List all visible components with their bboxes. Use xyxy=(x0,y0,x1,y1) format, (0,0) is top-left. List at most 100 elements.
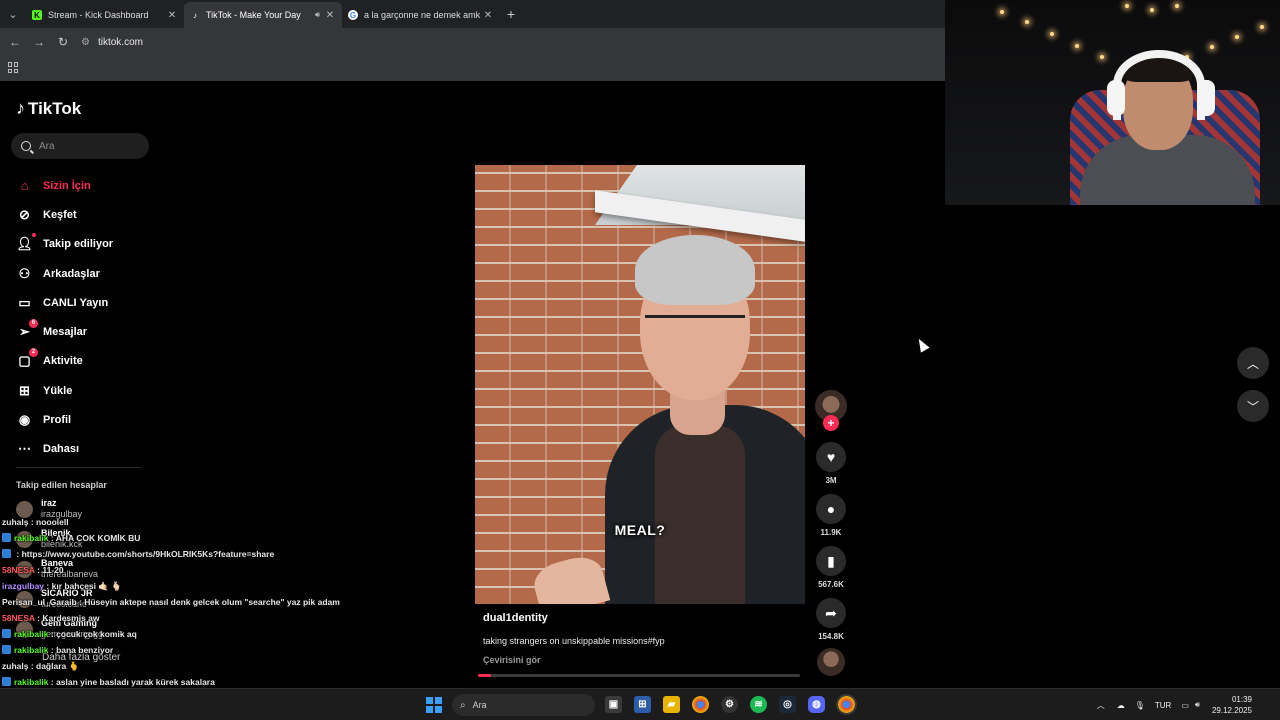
search-input[interactable]: Ara xyxy=(11,133,149,159)
tiktok-icon: ♪ xyxy=(193,10,197,20)
sidebar-item-for-you[interactable]: ⌂ Sizin İçin xyxy=(16,171,113,200)
upload-icon: ⊞ xyxy=(19,382,30,398)
tab-search-button[interactable]: ⌄ xyxy=(0,0,26,28)
sidebar-item-more[interactable]: ⋯ Dahası xyxy=(16,435,113,464)
task-view-icon[interactable]: ▣ xyxy=(605,696,622,713)
close-icon[interactable]: ✕ xyxy=(482,10,494,21)
close-icon[interactable]: ✕ xyxy=(166,10,178,21)
chevron-down-icon: ﹀ xyxy=(1246,399,1259,414)
heart-icon: ♥ xyxy=(816,442,846,472)
windows-taskbar: ⌕ Ara ▣ ⊞ ▰ ⚙ ≋ ◎ ◍ ︿ ☁ 🎙︎ TUR ▭ 🔊︎ 01:3… xyxy=(0,688,1280,720)
bookmark-icon: ▮ xyxy=(816,546,846,576)
chat-text: Kardesmis aw xyxy=(42,613,100,623)
kick-badge-icon xyxy=(2,677,11,686)
chat-username[interactable]: 58NESA xyxy=(2,613,35,623)
chat-separator: : xyxy=(48,533,56,543)
video-author[interactable]: dual1dentity xyxy=(483,612,548,624)
onedrive-icon[interactable]: ☁ xyxy=(1117,701,1125,710)
chat-message: rakibalik : AHA COK KOMİK BU xyxy=(2,530,342,546)
chat-username[interactable]: zuhalş xyxy=(2,661,28,671)
sidebar-item-messages[interactable]: ➢ 6 Mesajlar xyxy=(16,317,113,346)
volume-icon[interactable]: 🔊︎ xyxy=(1195,700,1200,710)
save-button[interactable]: ▮ 567.6K xyxy=(815,546,847,589)
chat-text: kır bahçesi 🤙🏻 🫰🏻 xyxy=(51,581,122,591)
sidebar-item-profile[interactable]: ◉ Profil xyxy=(16,405,113,434)
store-icon[interactable]: ⊞ xyxy=(634,696,651,713)
follow-plus-icon[interactable]: + xyxy=(823,415,839,431)
chat-message: rakibalik : çocuk çok komik aq xyxy=(2,626,342,642)
microphone-icon[interactable]: 🎙︎ xyxy=(1135,701,1145,710)
like-count: 3M xyxy=(825,476,837,485)
sidebar-item-upload[interactable]: ⊞ Yükle xyxy=(16,376,113,405)
network-icon[interactable]: ▭ xyxy=(1181,701,1189,710)
steelseries-icon[interactable]: ⚙ xyxy=(721,696,738,713)
sidebar-item-friends[interactable]: ⚇ Arkadaşlar xyxy=(16,259,113,288)
video-progress-bar[interactable] xyxy=(478,674,800,677)
creator-avatar[interactable]: + xyxy=(815,390,847,431)
tab-kick-dashboard[interactable]: K Stream - Kick Dashboard ✕ xyxy=(26,2,184,28)
video-description: taking strangers on unskippable missions… xyxy=(483,636,665,646)
video-player[interactable]: MEAL? xyxy=(475,165,805,604)
sidebar-item-explore[interactable]: ⊘ Keşfet xyxy=(16,200,113,229)
chevron-up-icon[interactable]: ︿ xyxy=(1097,700,1105,711)
chat-text: dağlara 🫰 xyxy=(36,661,80,671)
tab-title: Stream - Kick Dashboard xyxy=(48,10,149,20)
sound-disc-icon[interactable] xyxy=(817,648,845,676)
speaker-icon[interactable]: 🔊︎ xyxy=(315,10,320,20)
spotify-icon[interactable]: ≋ xyxy=(750,696,767,713)
back-arrow-icon[interactable]: ← xyxy=(3,35,27,49)
sidebar-item-following[interactable]: 👤︎ Takip ediliyor xyxy=(16,230,113,259)
clock-time: 01:39 xyxy=(1231,695,1252,704)
sidebar-item-label: Yükle xyxy=(43,384,73,397)
messages-badge: 6 xyxy=(29,318,38,328)
sidebar-item-activity[interactable]: ▢ 2 Aktivite xyxy=(16,347,113,376)
clock[interactable]: 01:39 29.12.2025 xyxy=(1212,694,1252,716)
apps-grid-icon[interactable] xyxy=(8,62,19,73)
headphones-icon xyxy=(1113,50,1205,120)
chat-text: Hüseyin aktepe nasıl denk gelcek olum "s… xyxy=(84,597,340,607)
url-field[interactable]: ⚙ tiktok.com xyxy=(81,37,143,48)
new-tab-button[interactable]: + xyxy=(500,6,522,22)
previous-video-button[interactable]: ︿ xyxy=(1237,347,1269,379)
chat-username[interactable]: 58NESA xyxy=(2,565,35,575)
like-button[interactable]: ♥ 3M xyxy=(815,442,847,485)
chevron-up-icon: ︿ xyxy=(1246,356,1259,371)
profile-icon: ◉ xyxy=(18,412,31,428)
chat-username[interactable]: zuhalş xyxy=(2,517,28,527)
address-bar: ← → ↻ ⚙ tiktok.com xyxy=(0,28,945,56)
chat-username[interactable]: rakibalik xyxy=(14,677,49,687)
chat-username[interactable]: rakibalik xyxy=(14,645,49,655)
string-lights xyxy=(945,0,1280,80)
language-indicator[interactable]: TUR xyxy=(1155,701,1171,710)
comment-button[interactable]: ● 11.9K xyxy=(815,494,847,537)
chat-username[interactable]: irazgulbay xyxy=(2,581,44,591)
chat-username[interactable]: Perisan_ul_Garaib xyxy=(2,597,77,607)
steam-icon[interactable]: ◎ xyxy=(779,696,796,713)
discord-icon[interactable]: ◍ xyxy=(808,696,825,713)
chat-username[interactable]: rakibalik xyxy=(14,629,49,639)
more-icon: ⋯ xyxy=(18,441,31,457)
clock-date: 29.12.2025 xyxy=(1211,706,1252,715)
next-video-button[interactable]: ﹀ xyxy=(1237,390,1269,422)
forward-arrow-icon[interactable]: → xyxy=(27,35,51,49)
tab-tiktok[interactable]: ♪ TikTok - Make Your Day 🔊︎ ✕ xyxy=(184,2,342,28)
sidebar-item-label: Aktivite xyxy=(43,355,83,368)
chat-message: : https://www.youtube.com/shorts/9HkOLRI… xyxy=(2,546,342,562)
windows-start-icon[interactable] xyxy=(426,697,442,713)
file-explorer-icon[interactable]: ▰ xyxy=(663,696,680,713)
chrome-icon[interactable] xyxy=(692,696,709,713)
sidebar-item-live[interactable]: ▭ CANLI Yayın xyxy=(16,288,113,317)
reload-icon[interactable]: ↻ xyxy=(51,35,75,49)
translate-link[interactable]: Çevirisini gör xyxy=(483,655,541,665)
taskbar-search-placeholder: Ara xyxy=(472,700,487,710)
chat-separator: : xyxy=(48,629,57,639)
tiktok-logo[interactable]: ♪ TikTok xyxy=(16,98,81,119)
site-info-icon[interactable]: ⚙ xyxy=(81,37,90,48)
tab-google-search[interactable]: G a la garçonne ne demek amk - ✕ xyxy=(342,2,500,28)
chrome-active-icon[interactable] xyxy=(836,694,857,715)
kick-icon: K xyxy=(32,10,42,20)
share-button[interactable]: ➦ 154.8K xyxy=(815,598,847,641)
taskbar-search[interactable]: ⌕ Ara xyxy=(452,694,595,716)
chat-username[interactable]: rakibalik xyxy=(14,533,49,543)
close-icon[interactable]: ✕ xyxy=(324,10,336,21)
